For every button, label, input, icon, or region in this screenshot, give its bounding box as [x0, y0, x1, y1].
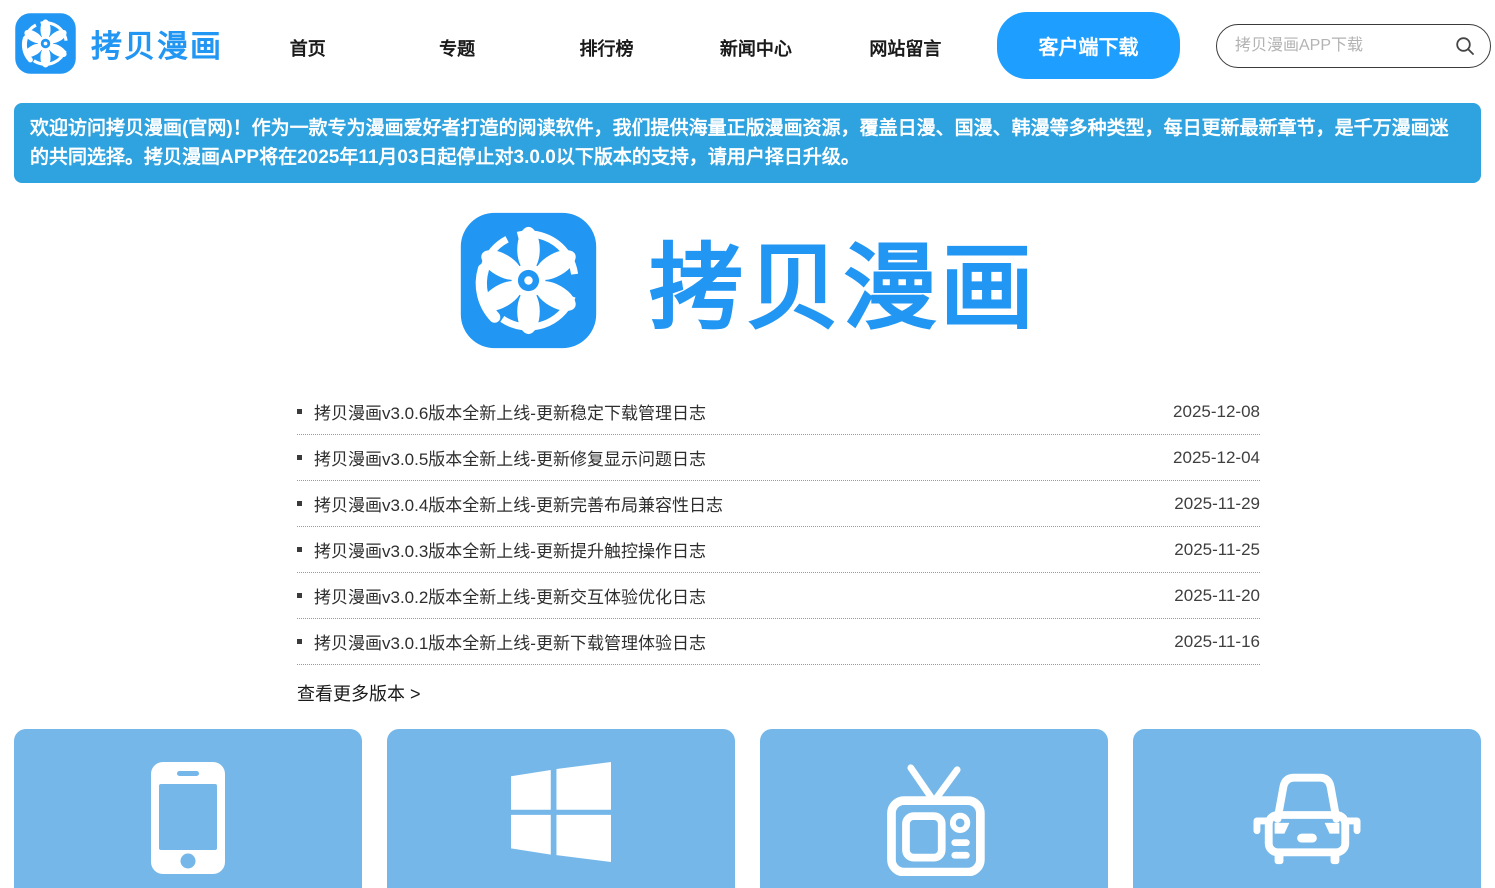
platform-cards [14, 729, 1481, 888]
update-list: 拷贝漫画v3.0.6版本全新上线-更新稳定下载管理日志 2025-12-08 拷… [297, 389, 1260, 665]
nav-item-ranking[interactable]: 排行榜 [532, 0, 681, 95]
update-date: 2025-11-25 [1174, 540, 1260, 560]
update-title: 拷贝漫画v3.0.2版本全新上线-更新交互体验优化日志 [314, 583, 706, 608]
notice-banner: 欢迎访问拷贝漫画(官网)！作为一款专为漫画爱好者打造的阅读软件，我们提供海量正版… [14, 103, 1481, 183]
update-date: 2025-11-20 [1174, 586, 1260, 606]
update-item[interactable]: 拷贝漫画v3.0.1版本全新上线-更新下载管理体验日志 2025-11-16 [297, 619, 1260, 665]
update-title: 拷贝漫画v3.0.5版本全新上线-更新修复显示问题日志 [314, 445, 706, 470]
nav-item-news[interactable]: 新闻中心 [681, 0, 830, 95]
atom-logo-icon [14, 12, 77, 75]
nav-item-home[interactable]: 首页 [233, 0, 382, 95]
windows-icon [511, 762, 611, 862]
bullet-icon [297, 455, 302, 460]
hero-title: 拷贝漫画 [649, 212, 1037, 348]
nav-item-feedback[interactable]: 网站留言 [831, 0, 980, 95]
bullet-icon [297, 501, 302, 506]
smartphone-icon [151, 762, 225, 874]
platform-card-car[interactable] [1133, 729, 1481, 888]
update-item[interactable]: 拷贝漫画v3.0.6版本全新上线-更新稳定下载管理日志 2025-12-08 [297, 389, 1260, 435]
update-title: 拷贝漫画v3.0.1版本全新上线-更新下载管理体验日志 [314, 629, 706, 654]
update-date: 2025-11-29 [1174, 494, 1260, 514]
update-item[interactable]: 拷贝漫画v3.0.2版本全新上线-更新交互体验优化日志 2025-11-20 [297, 573, 1260, 619]
client-download-button[interactable]: 客户端下载 [997, 12, 1180, 79]
update-date: 2025-11-16 [1174, 632, 1260, 652]
search-icon[interactable] [1453, 34, 1477, 58]
main-nav: 首页 专题 排行榜 新闻中心 网站留言 [233, 0, 980, 95]
bullet-icon [297, 547, 302, 552]
hero-section: 拷贝漫画 [0, 205, 1495, 355]
bullet-icon [297, 593, 302, 598]
bullet-icon [297, 409, 302, 414]
header: 拷贝漫画 首页 专题 排行榜 新闻中心 网站留言 客户端下载 [0, 0, 1495, 95]
nav-item-topics[interactable]: 专题 [382, 0, 531, 95]
update-item[interactable]: 拷贝漫画v3.0.4版本全新上线-更新完善布局兼容性日志 2025-11-29 [297, 481, 1260, 527]
platform-card-tv[interactable] [760, 729, 1108, 888]
platform-card-windows[interactable] [387, 729, 735, 888]
update-date: 2025-12-08 [1173, 402, 1260, 422]
tv-icon [876, 762, 992, 876]
update-title: 拷贝漫画v3.0.4版本全新上线-更新完善布局兼容性日志 [314, 491, 723, 516]
atom-logo-icon-large [458, 210, 599, 351]
car-icon [1248, 762, 1366, 868]
update-item[interactable]: 拷贝漫画v3.0.5版本全新上线-更新修复显示问题日志 2025-12-04 [297, 435, 1260, 481]
update-item[interactable]: 拷贝漫画v3.0.3版本全新上线-更新提升触控操作日志 2025-11-25 [297, 527, 1260, 573]
update-date: 2025-12-04 [1173, 448, 1260, 468]
bullet-icon [297, 639, 302, 644]
brand-logo[interactable]: 拷贝漫画 [14, 12, 223, 75]
update-title: 拷贝漫画v3.0.3版本全新上线-更新提升触控操作日志 [314, 537, 706, 562]
search-box [1216, 24, 1491, 68]
more-versions-link[interactable]: 查看更多版本 > [297, 680, 421, 706]
update-title: 拷贝漫画v3.0.6版本全新上线-更新稳定下载管理日志 [314, 399, 706, 424]
search-input[interactable] [1216, 24, 1491, 68]
brand-title: 拷贝漫画 [91, 21, 223, 66]
platform-card-mobile[interactable] [14, 729, 362, 888]
